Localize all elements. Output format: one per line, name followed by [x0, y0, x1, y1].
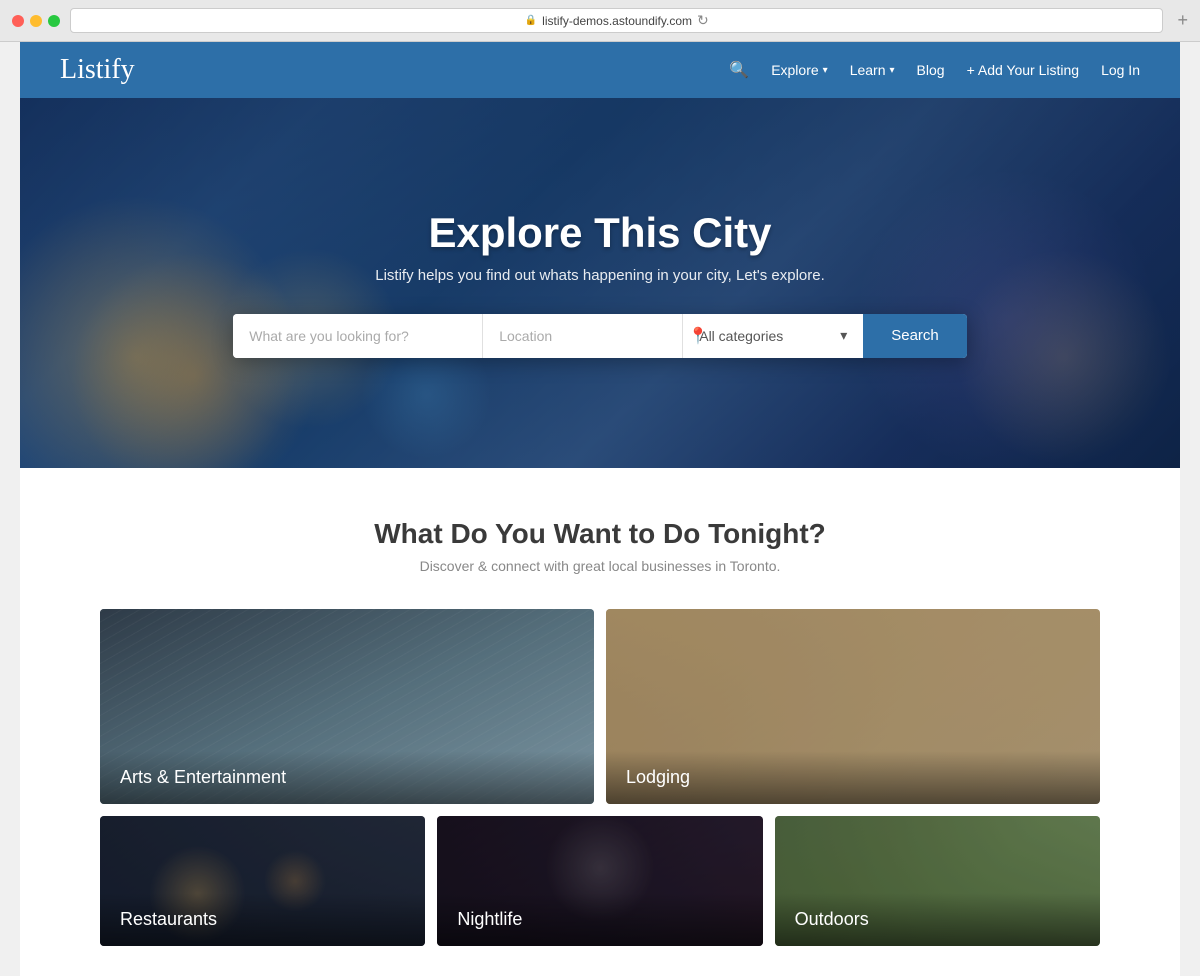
- nav-learn[interactable]: Learn ▾: [850, 62, 895, 78]
- nav-add-listing[interactable]: + Add Your Listing: [967, 62, 1080, 78]
- categories-section: What Do You Want to Do Tonight? Discover…: [20, 468, 1180, 976]
- category-card-arts[interactable]: Arts & Entertainment: [100, 609, 594, 804]
- category-card-nightlife[interactable]: Nightlife: [437, 816, 762, 946]
- explore-chevron: ▾: [823, 65, 828, 76]
- explore-label: Explore: [771, 62, 818, 78]
- lock-icon: 🔒: [525, 15, 537, 26]
- site-logo[interactable]: Listify: [60, 54, 135, 86]
- search-what-input[interactable]: [233, 314, 483, 358]
- arts-label: Arts & Entertainment: [100, 751, 594, 804]
- nightlife-label: Nightlife: [437, 893, 762, 946]
- url-text: listify-demos.astoundify.com: [542, 14, 692, 28]
- hero-content: Explore This City Listify helps you find…: [375, 209, 825, 284]
- refresh-icon[interactable]: ↻: [697, 12, 709, 29]
- category-card-outdoors[interactable]: Outdoors: [775, 816, 1100, 946]
- nav-login[interactable]: Log In: [1101, 62, 1140, 78]
- nav-right: 🔍 Explore ▾ Learn ▾ Blog + Add Your List…: [729, 60, 1140, 80]
- new-tab-button[interactable]: +: [1177, 10, 1188, 31]
- hero-section: Explore This City Listify helps you find…: [20, 98, 1180, 468]
- category-grid-row2: Restaurants Nightlife Outdoors: [100, 816, 1100, 946]
- category-label: All categories: [699, 328, 783, 344]
- learn-label: Learn: [850, 62, 886, 78]
- section-header: What Do You Want to Do Tonight? Discover…: [60, 518, 1140, 574]
- nav-blog[interactable]: Blog: [917, 62, 945, 78]
- restaurants-label: Restaurants: [100, 893, 425, 946]
- category-grid-row1: Arts & Entertainment Lodging: [100, 609, 1100, 804]
- traffic-light-red[interactable]: [12, 15, 24, 27]
- traffic-light-yellow[interactable]: [30, 15, 42, 27]
- search-button[interactable]: Search: [863, 314, 967, 358]
- site-header: Listify 🔍 Explore ▾ Learn ▾ Blog + Add Y…: [20, 42, 1180, 98]
- traffic-light-green[interactable]: [48, 15, 60, 27]
- hero-title: Explore This City: [375, 209, 825, 257]
- website: Listify 🔍 Explore ▾ Learn ▾ Blog + Add Y…: [20, 42, 1180, 976]
- search-location-wrapper: 📍: [483, 314, 683, 358]
- nav-search-icon[interactable]: 🔍: [729, 60, 749, 80]
- outdoors-label: Outdoors: [775, 893, 1100, 946]
- section-subtitle: Discover & connect with great local busi…: [60, 558, 1140, 574]
- hero-subtitle: Listify helps you find out whats happeni…: [375, 267, 825, 284]
- lodging-label: Lodging: [606, 751, 1100, 804]
- search-category-select[interactable]: All categories ▾: [683, 314, 863, 358]
- search-location-input[interactable]: [499, 328, 680, 344]
- nav-explore[interactable]: Explore ▾: [771, 62, 828, 78]
- category-card-lodging[interactable]: Lodging: [606, 609, 1100, 804]
- address-bar[interactable]: 🔒 listify-demos.astoundify.com ↻: [70, 8, 1163, 33]
- category-chevron-icon: ▾: [840, 327, 847, 344]
- traffic-lights: [12, 15, 60, 27]
- section-title: What Do You Want to Do Tonight?: [60, 518, 1140, 550]
- browser-chrome: 🔒 listify-demos.astoundify.com ↻ +: [0, 0, 1200, 42]
- category-card-restaurants[interactable]: Restaurants: [100, 816, 425, 946]
- learn-chevron: ▾: [890, 65, 895, 76]
- search-bar: 📍 All categories ▾ Search: [233, 314, 967, 358]
